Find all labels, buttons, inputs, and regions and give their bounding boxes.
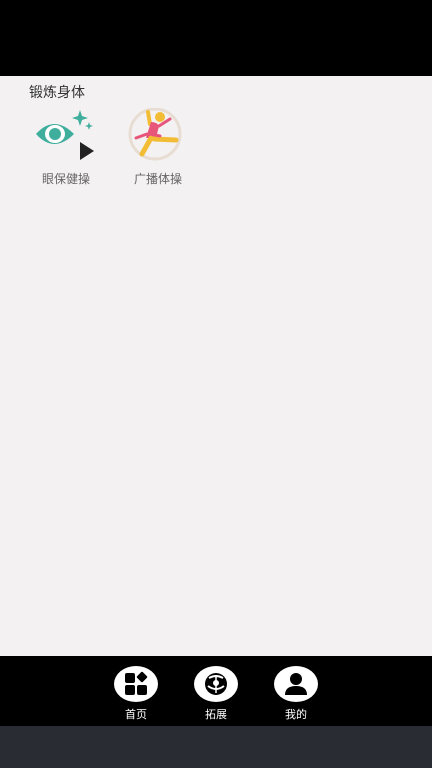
eye-exercise-label: 眼保健操: [41, 172, 90, 186]
bottom-nav: 首页 拓展 我的: [0, 656, 432, 726]
nav-tab-mine[interactable]: 我的: [266, 666, 326, 724]
eye-play-icon: [34, 108, 98, 168]
nav-label-home: 首页: [125, 708, 147, 721]
nav-tab-home[interactable]: 首页: [106, 666, 166, 724]
system-navigation-bar: [0, 726, 432, 768]
section-title: 锻炼身体: [29, 85, 85, 101]
gymnast-icon: [126, 107, 190, 168]
user-icon: [274, 666, 318, 702]
nav-label-mine: 我的: [285, 708, 307, 721]
eye-exercise-tile[interactable]: 眼保健操: [26, 108, 106, 190]
nav-label-expand: 拓展: [205, 708, 227, 721]
main-content: 锻炼身体 眼保健操 广播体操: [0, 76, 432, 656]
grid-icon: [114, 666, 158, 702]
radio-gymnastics-tile[interactable]: 广播体操: [118, 107, 198, 190]
radio-gymnastics-label: 广播体操: [133, 172, 182, 186]
nav-tab-expand[interactable]: 拓展: [186, 666, 246, 724]
status-bar: [0, 0, 432, 76]
ball-icon: [194, 666, 238, 702]
